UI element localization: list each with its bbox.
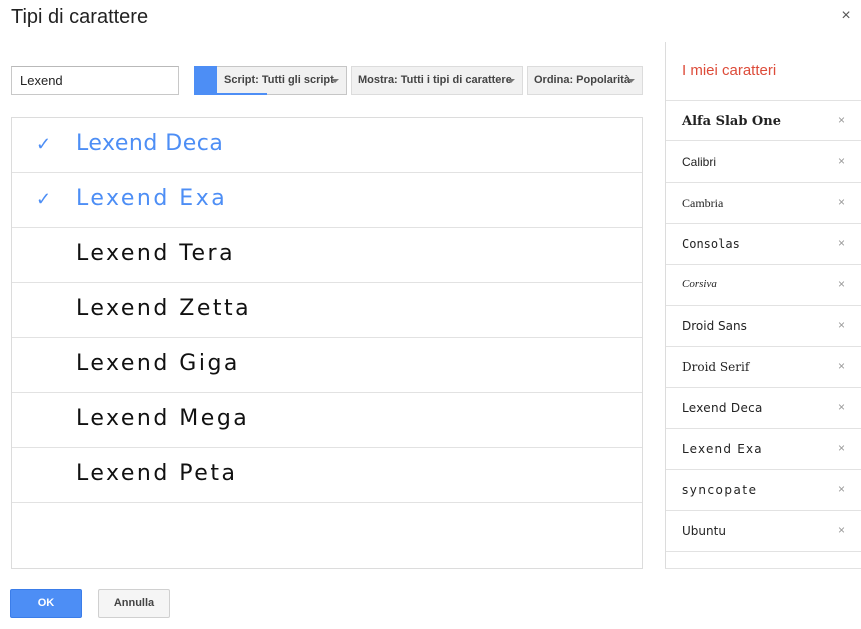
my-font-item: Alfa Slab One ×	[666, 100, 861, 141]
chevron-down-icon	[627, 79, 635, 83]
font-list-item[interactable]: Lexend Giga	[12, 338, 642, 393]
font-list-item[interactable]: ✓ Lexend Exa	[12, 173, 642, 228]
remove-icon[interactable]: ×	[838, 400, 845, 414]
show-filter-label: Mostra: Tutti i tipi di carattere	[358, 74, 512, 86]
font-list-item[interactable]: Lexend Peta	[12, 448, 642, 503]
my-font-item: Corsiva ×	[666, 265, 861, 306]
remove-icon[interactable]: ×	[838, 277, 845, 291]
cancel-button[interactable]: Annulla	[98, 589, 170, 618]
my-font-name: Lexend Deca	[682, 401, 763, 415]
show-filter-dropdown[interactable]: Mostra: Tutti i tipi di carattere	[351, 66, 523, 95]
my-font-item: Lexend Deca ×	[666, 388, 861, 429]
checkmark-icon: ✓	[36, 134, 52, 154]
my-font-item: Consolas ×	[666, 224, 861, 265]
my-font-item: Ubuntu ×	[666, 511, 861, 552]
remove-icon[interactable]: ×	[838, 154, 845, 168]
my-font-item: Calibri ×	[666, 142, 861, 183]
font-name: Lexend Mega	[76, 406, 250, 431]
remove-icon[interactable]: ×	[838, 359, 845, 373]
my-font-name: Cambria	[682, 196, 724, 210]
my-font-item: Droid Sans ×	[666, 306, 861, 347]
my-font-name: Calibri	[682, 155, 717, 169]
font-name: Lexend Exa	[76, 186, 228, 211]
my-font-name: Ubuntu	[682, 524, 726, 538]
font-results-list: ✓ Lexend Deca ✓ Lexend Exa Lexend Tera L…	[11, 117, 643, 569]
remove-icon[interactable]: ×	[838, 318, 845, 332]
my-font-name: Syncopate	[682, 483, 758, 497]
my-font-name: Alfa Slab One	[682, 114, 781, 129]
font-list-item[interactable]: Lexend Zetta	[12, 283, 642, 338]
sort-dropdown[interactable]: Ordina: Popolarità	[527, 66, 643, 95]
font-list-item[interactable]: ✓ Lexend Deca	[12, 118, 642, 173]
font-list-item[interactable]: Lexend Tera	[12, 228, 642, 283]
script-filter-dropdown[interactable]: Script: Tutti gli script	[194, 66, 347, 95]
remove-icon[interactable]: ×	[838, 482, 845, 496]
remove-icon[interactable]: ×	[838, 113, 845, 127]
my-font-name: Corsiva	[682, 278, 717, 290]
font-list-item[interactable]: Lexend Mega	[12, 393, 642, 448]
close-icon[interactable]: ×	[838, 6, 854, 26]
checkmark-icon: ✓	[36, 189, 52, 209]
my-fonts-panel: I miei caratteri Alfa Slab One × Calibri…	[665, 42, 861, 569]
font-name: Lexend Peta	[76, 461, 238, 486]
remove-icon[interactable]: ×	[838, 441, 845, 455]
ok-button[interactable]: OK	[10, 589, 82, 618]
remove-icon[interactable]: ×	[838, 236, 845, 250]
script-filter-label: Script: Tutti gli script	[224, 74, 334, 86]
my-font-item: Droid Serif ×	[666, 347, 861, 388]
my-font-name: Droid Serif	[682, 360, 750, 374]
my-font-name: Lexend Exa	[682, 442, 763, 456]
my-font-item: Syncopate ×	[666, 470, 861, 511]
font-name: Lexend Deca	[76, 131, 224, 156]
font-name: Lexend Giga	[76, 351, 240, 376]
dialog-title: Tipi di carattere	[11, 6, 149, 28]
font-name: Lexend Zetta	[76, 296, 252, 321]
font-search-input[interactable]	[11, 66, 179, 95]
script-filter-accent	[194, 66, 217, 95]
chevron-down-icon	[507, 79, 515, 83]
chevron-down-icon	[331, 79, 339, 83]
my-font-item: Cambria ×	[666, 183, 861, 224]
my-font-name: Droid Sans	[682, 319, 747, 333]
remove-icon[interactable]: ×	[838, 523, 845, 537]
my-font-name: Consolas	[682, 237, 740, 251]
font-name: Lexend Tera	[76, 241, 236, 266]
my-font-item: Lexend Exa ×	[666, 429, 861, 470]
my-fonts-title: I miei caratteri	[682, 62, 777, 79]
sort-label: Ordina: Popolarità	[534, 74, 630, 86]
remove-icon[interactable]: ×	[838, 195, 845, 209]
